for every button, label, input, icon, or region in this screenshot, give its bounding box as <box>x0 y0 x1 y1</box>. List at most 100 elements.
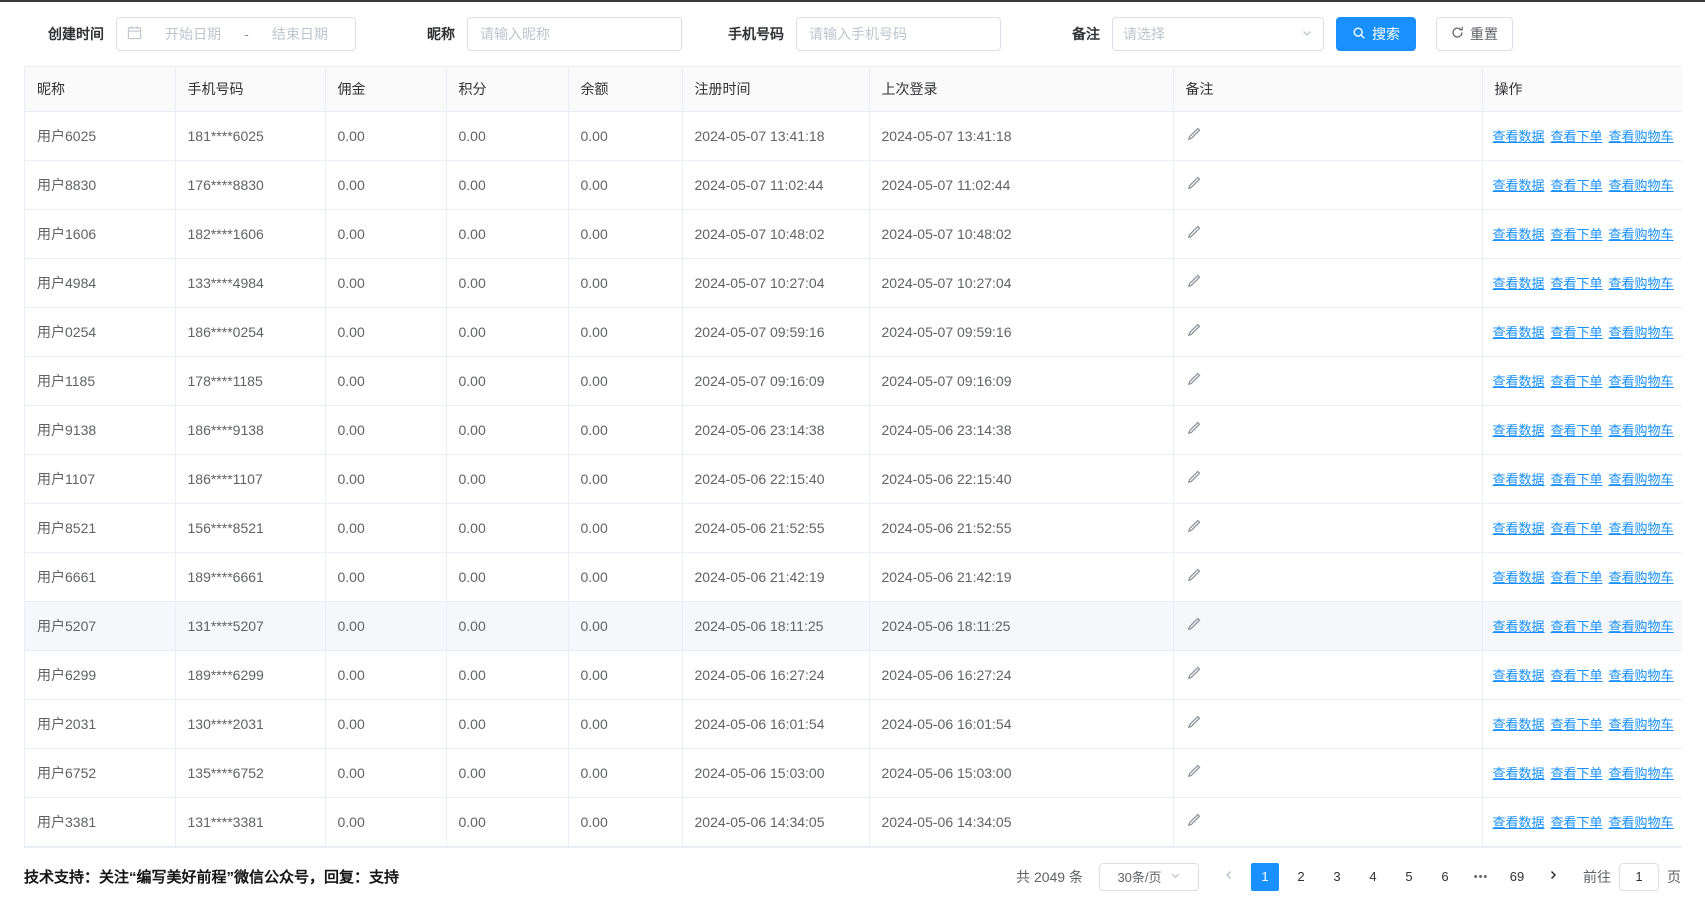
action-link[interactable]: 查看购物车 <box>1609 420 1674 439</box>
action-link[interactable]: 查看下单 <box>1551 175 1603 194</box>
cell-actions: 查看数据查看下单查看购物车 <box>1482 552 1682 601</box>
page-size-select[interactable]: 30条/页 <box>1099 863 1199 891</box>
action-link[interactable]: 查看购物车 <box>1609 616 1674 635</box>
pagination: 共 2049 条 30条/页 123456 ••• 69 前往 <box>1016 863 1681 891</box>
edit-remark-icon[interactable] <box>1186 274 1201 289</box>
action-link[interactable]: 查看购物车 <box>1609 175 1674 194</box>
action-link[interactable]: 查看数据 <box>1493 322 1545 341</box>
chevron-down-icon <box>1301 26 1313 42</box>
page-button-6[interactable]: 6 <box>1431 863 1459 891</box>
edit-remark-icon[interactable] <box>1186 323 1201 338</box>
action-link[interactable]: 查看购物车 <box>1609 126 1674 145</box>
action-link[interactable]: 查看下单 <box>1551 126 1603 145</box>
cell-commission: 0.00 <box>325 699 446 748</box>
cell-phone: 186****1107 <box>175 454 325 503</box>
goto-page-input[interactable] <box>1619 863 1659 891</box>
action-link[interactable]: 查看下单 <box>1551 371 1603 390</box>
edit-remark-icon[interactable] <box>1186 372 1201 387</box>
edit-remark-icon[interactable] <box>1186 617 1201 632</box>
edit-remark-icon[interactable] <box>1186 225 1201 240</box>
action-link[interactable]: 查看下单 <box>1551 763 1603 782</box>
action-link[interactable]: 查看购物车 <box>1609 322 1674 341</box>
search-button[interactable]: 搜索 <box>1336 17 1416 51</box>
col-last-login: 上次登录 <box>869 67 1173 111</box>
date-start-placeholder[interactable]: 开始日期 <box>148 24 238 44</box>
phone-input[interactable] <box>796 17 1001 51</box>
cell-remark <box>1173 699 1482 748</box>
action-link[interactable]: 查看购物车 <box>1609 812 1674 831</box>
action-link[interactable]: 查看下单 <box>1551 567 1603 586</box>
edit-remark-icon[interactable] <box>1186 568 1201 583</box>
cell-balance: 0.00 <box>568 748 682 797</box>
action-link[interactable]: 查看下单 <box>1551 469 1603 488</box>
action-link[interactable]: 查看下单 <box>1551 665 1603 684</box>
action-link[interactable]: 查看数据 <box>1493 420 1545 439</box>
action-link[interactable]: 查看购物车 <box>1609 224 1674 243</box>
edit-remark-icon[interactable] <box>1186 470 1201 485</box>
edit-remark-icon[interactable] <box>1186 715 1201 730</box>
action-link[interactable]: 查看数据 <box>1493 518 1545 537</box>
edit-remark-icon[interactable] <box>1186 813 1201 828</box>
nickname-input[interactable] <box>467 17 682 51</box>
edit-remark-icon[interactable] <box>1186 176 1201 191</box>
action-link[interactable]: 查看数据 <box>1493 273 1545 292</box>
cell-actions: 查看数据查看下单查看购物车 <box>1482 748 1682 797</box>
action-link[interactable]: 查看下单 <box>1551 224 1603 243</box>
action-link[interactable]: 查看购物车 <box>1609 371 1674 390</box>
page-button-2[interactable]: 2 <box>1287 863 1315 891</box>
action-link[interactable]: 查看数据 <box>1493 714 1545 733</box>
action-link[interactable]: 查看数据 <box>1493 175 1545 194</box>
cell-nickname: 用户3381 <box>25 797 175 846</box>
page-button-3[interactable]: 3 <box>1323 863 1351 891</box>
date-end-placeholder[interactable]: 结束日期 <box>255 24 345 44</box>
edit-remark-icon[interactable] <box>1186 666 1201 681</box>
cell-phone: 176****8830 <box>175 160 325 209</box>
action-link[interactable]: 查看数据 <box>1493 224 1545 243</box>
remark-select[interactable]: 请选择 <box>1112 17 1324 51</box>
col-nickname: 昵称 <box>25 67 175 111</box>
page-button-4[interactable]: 4 <box>1359 863 1387 891</box>
date-range-picker[interactable]: 开始日期 - 结束日期 <box>116 17 356 51</box>
remark-select-placeholder: 请选择 <box>1123 24 1165 44</box>
action-link[interactable]: 查看购物车 <box>1609 714 1674 733</box>
action-link[interactable]: 查看下单 <box>1551 616 1603 635</box>
cell-balance: 0.00 <box>568 699 682 748</box>
action-link[interactable]: 查看下单 <box>1551 518 1603 537</box>
edit-remark-icon[interactable] <box>1186 127 1201 142</box>
edit-remark-icon[interactable] <box>1186 421 1201 436</box>
action-link[interactable]: 查看数据 <box>1493 616 1545 635</box>
edit-remark-icon[interactable] <box>1186 764 1201 779</box>
action-link[interactable]: 查看下单 <box>1551 322 1603 341</box>
action-link[interactable]: 查看购物车 <box>1609 273 1674 292</box>
reset-button[interactable]: 重置 <box>1436 17 1513 51</box>
action-link[interactable]: 查看购物车 <box>1609 469 1674 488</box>
action-link[interactable]: 查看数据 <box>1493 812 1545 831</box>
users-table: 昵称 手机号码 佣金 积分 余额 注册时间 上次登录 备注 操作 用户6025 … <box>24 66 1681 848</box>
table-row: 用户6299 189****6299 0.00 0.00 0.00 2024-0… <box>25 650 1682 699</box>
cell-nickname: 用户6752 <box>25 748 175 797</box>
cell-phone: 181****6025 <box>175 111 325 160</box>
action-link[interactable]: 查看购物车 <box>1609 763 1674 782</box>
action-link[interactable]: 查看下单 <box>1551 714 1603 733</box>
support-text: 技术支持：关注“编写美好前程”微信公众号，回复：支持 <box>24 866 399 887</box>
action-link[interactable]: 查看下单 <box>1551 273 1603 292</box>
page-button-5[interactable]: 5 <box>1395 863 1423 891</box>
action-link[interactable]: 查看数据 <box>1493 665 1545 684</box>
next-page-button[interactable] <box>1539 863 1567 891</box>
more-pages-button[interactable]: ••• <box>1467 863 1495 891</box>
prev-page-button[interactable] <box>1215 863 1243 891</box>
filter-remark: 备注 请选择 <box>1072 17 1324 51</box>
action-link[interactable]: 查看购物车 <box>1609 518 1674 537</box>
action-link[interactable]: 查看购物车 <box>1609 567 1674 586</box>
action-link[interactable]: 查看购物车 <box>1609 665 1674 684</box>
action-link[interactable]: 查看数据 <box>1493 469 1545 488</box>
action-link[interactable]: 查看下单 <box>1551 420 1603 439</box>
action-link[interactable]: 查看数据 <box>1493 371 1545 390</box>
action-link[interactable]: 查看数据 <box>1493 126 1545 145</box>
action-link[interactable]: 查看下单 <box>1551 812 1603 831</box>
action-link[interactable]: 查看数据 <box>1493 567 1545 586</box>
last-page-button[interactable]: 69 <box>1503 863 1531 891</box>
page-button-1[interactable]: 1 <box>1251 863 1279 891</box>
edit-remark-icon[interactable] <box>1186 519 1201 534</box>
action-link[interactable]: 查看数据 <box>1493 763 1545 782</box>
